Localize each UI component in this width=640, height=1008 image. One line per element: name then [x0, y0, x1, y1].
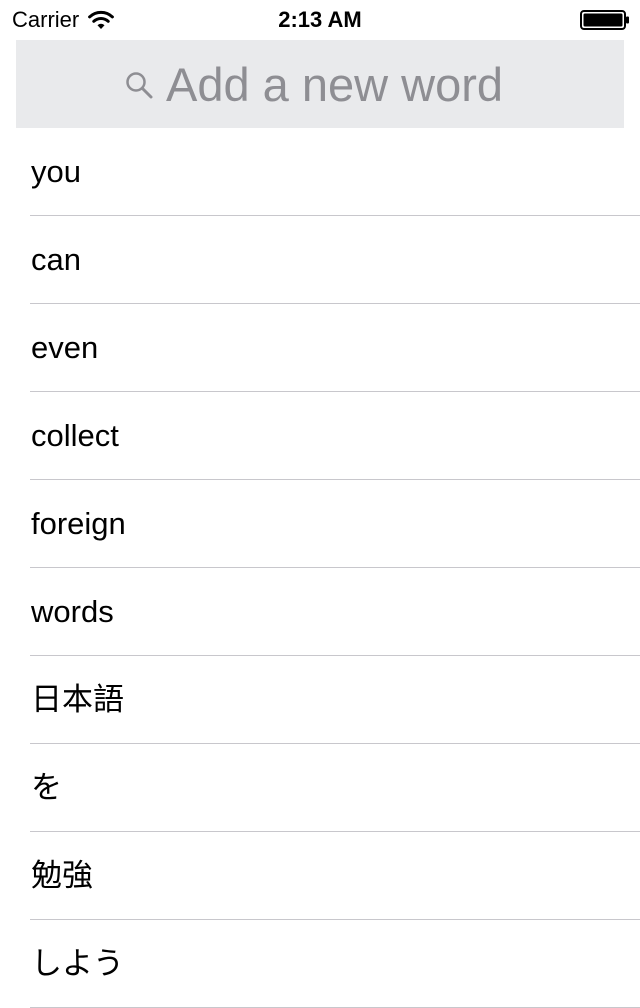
search-icon — [126, 72, 153, 99]
word-text: 日本語 — [31, 682, 124, 717]
word-row[interactable]: 日本語 — [0, 656, 640, 744]
word-text: words — [31, 594, 114, 629]
word-text: しよう — [31, 946, 124, 981]
battery-icon — [580, 10, 629, 30]
status-bar: Carrier 2:13 AM — [0, 0, 640, 40]
word-text: を — [31, 770, 62, 805]
status-time: 2:13 AM — [278, 7, 362, 32]
word-row[interactable]: foreign — [0, 480, 640, 568]
word-list: you can even collect foreign words 日本語 を… — [0, 128, 640, 1008]
word-text: you — [31, 154, 81, 189]
word-row[interactable]: 勉強 — [0, 832, 640, 920]
word-text: 勉強 — [31, 858, 93, 893]
search-bar[interactable] — [16, 40, 624, 128]
word-text: collect — [31, 418, 119, 453]
word-row[interactable]: しよう — [0, 920, 640, 1008]
word-row[interactable]: can — [0, 216, 640, 304]
word-text: even — [31, 330, 99, 365]
word-row[interactable]: を — [0, 744, 640, 832]
word-text: foreign — [31, 506, 126, 541]
word-row[interactable]: you — [0, 128, 640, 216]
word-row[interactable]: collect — [0, 392, 640, 480]
word-row[interactable]: words — [0, 568, 640, 656]
word-text: can — [31, 242, 81, 277]
add-word-input[interactable] — [166, 56, 516, 112]
word-row[interactable]: even — [0, 304, 640, 392]
